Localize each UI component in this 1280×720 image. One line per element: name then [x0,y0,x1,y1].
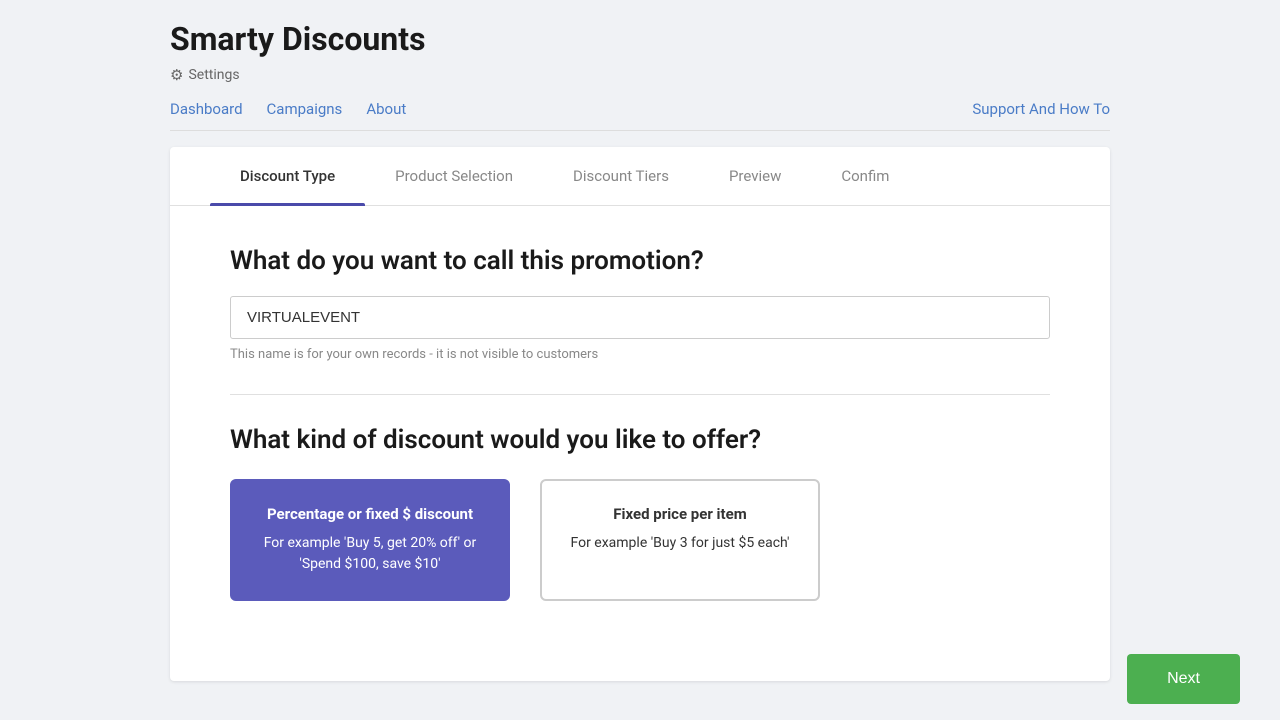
nav-bar: Dashboard Campaigns About Support And Ho… [170,100,1110,131]
wizard-tabs: Discount Type Product Selection Discount… [170,147,1110,206]
discount-options: Percentage or fixed $ discount For examp… [230,479,1050,601]
footer: Next [0,638,1280,720]
nav-item-about[interactable]: About [366,100,406,118]
promotion-name-hint: This name is for your own records - it i… [230,347,1050,362]
settings-link[interactable]: ⚙ Settings [170,66,1110,84]
nav-item-campaigns[interactable]: Campaigns [267,100,343,118]
gear-icon: ⚙ [170,66,183,84]
discount-option-percentage-fixed-desc: For example 'Buy 5, get 20% off' or 'Spe… [252,533,488,575]
promotion-name-input[interactable] [230,296,1050,339]
next-button[interactable]: Next [1127,654,1240,704]
main-card: Discount Type Product Selection Discount… [170,147,1110,681]
nav-item-dashboard[interactable]: Dashboard [170,100,243,118]
settings-label: Settings [188,67,239,83]
nav-left: Dashboard Campaigns About [170,100,406,118]
discount-option-fixed-price-title: Fixed price per item [562,505,798,523]
promotion-name-question: What do you want to call this promotion? [230,246,1050,276]
tab-discount-type[interactable]: Discount Type [210,147,365,205]
discount-type-question: What kind of discount would you like to … [230,425,1050,455]
section-divider [230,394,1050,395]
discount-option-percentage-fixed-title: Percentage or fixed $ discount [252,505,488,523]
tab-preview[interactable]: Preview [699,147,811,205]
app-title: Smarty Discounts [170,20,1110,58]
discount-option-fixed-price[interactable]: Fixed price per item For example 'Buy 3 … [540,479,820,601]
tab-confirm[interactable]: Confim [811,147,919,205]
discount-option-fixed-price-desc: For example 'Buy 3 for just $5 each' [562,533,798,554]
discount-option-percentage-fixed[interactable]: Percentage or fixed $ discount For examp… [230,479,510,601]
nav-support[interactable]: Support And How To [972,100,1110,118]
tab-discount-tiers[interactable]: Discount Tiers [543,147,699,205]
card-body: What do you want to call this promotion?… [170,206,1110,641]
tab-product-selection[interactable]: Product Selection [365,147,543,205]
